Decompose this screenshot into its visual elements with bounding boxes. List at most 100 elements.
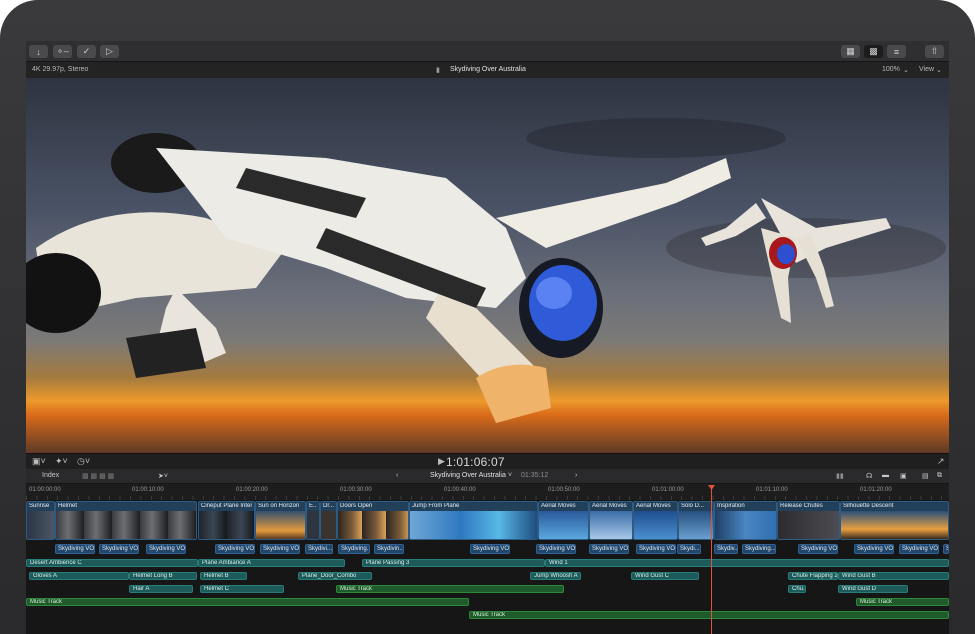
video-clip[interactable]: Solo D... [678,501,714,540]
inspector-layout-icon[interactable]: ≡ [887,45,906,58]
audio-clip[interactable]: Chute Flapping 2 [788,572,838,580]
voiceover-clip[interactable]: Skydiving VO [146,544,186,554]
voiceover-clip[interactable]: Skydiving VO [589,544,629,554]
browser-layout-icon[interactable]: ▦ [841,45,860,58]
audio-clip[interactable]: Wind Gust D [838,585,908,593]
voiceover-clip[interactable]: Skydiv... [714,544,738,554]
audio-clip[interactable]: Jump Whoosh A [530,572,581,580]
video-clip[interactable]: Helmet [55,501,197,540]
project-title[interactable]: Skydiving Over Australia [430,472,506,479]
voiceover-clip[interactable]: Skydivin... [374,544,404,554]
project-chevron-icon[interactable]: ˅ [508,472,512,479]
viewer-video-frame[interactable] [26,78,949,453]
timeline-tracks[interactable]: Sunrise Helmet Cineput Plane Interior Su… [26,500,949,634]
audio-clip[interactable]: Desert Ambience C [26,559,198,567]
video-clip[interactable]: Dr... [320,501,337,540]
check-icon[interactable]: ✓ [77,45,96,58]
voiceover-clip[interactable]: Skydiving... [742,544,776,554]
video-clip[interactable]: Aerial Moves [589,501,633,540]
audio-clip[interactable]: Plane Passing 3 [362,559,545,567]
voiceover-clip[interactable]: Skydiving VO [99,544,139,554]
clip-thumbnail [715,511,776,539]
timeline-header: Index ▩ ▩ ▩ ▩ ➤˅ ‹ Skydiving Over Austra… [26,469,949,484]
import-icon[interactable]: ↓ [29,45,48,58]
audio-clip[interactable]: Chu... [788,585,806,593]
video-clip[interactable]: Sunrise [26,501,55,540]
video-clip[interactable]: Jump From Plane [409,501,538,540]
audio-clip[interactable]: Wind Gust C [631,572,699,580]
clip-thumbnail [56,511,196,539]
music-clip[interactable]: Music Track [856,598,949,606]
video-clip[interactable]: Sun on Horizon [255,501,306,540]
ruler-tick: 01:01:00:00 [652,487,684,493]
timeline-ruler[interactable]: 01:00:00:00 01:00:10:00 01:00:20:00 01:0… [26,484,949,500]
select-tool-icon[interactable]: ➤˅ [158,472,168,480]
headphones-icon[interactable]: ☊ [866,472,872,480]
zoom-chevron-icon[interactable]: ⌄ [903,66,909,74]
fullscreen-icon[interactable]: ↗ [937,456,945,467]
audio-clip[interactable]: Gloves A [29,572,129,580]
voiceover-clip[interactable]: Skydiving VO [470,544,510,554]
audio-clip[interactable]: Plane_Door_Combo [298,572,372,580]
voiceover-clip[interactable]: Skydivi... [305,544,333,554]
clip-thumbnail [410,511,537,539]
voiceover-clip[interactable]: Skydiving... [338,544,370,554]
video-clip[interactable]: Inspiration [714,501,777,540]
timecode-display[interactable]: 1:01:06:07 [446,455,505,469]
voiceover-clip[interactable]: Skydiving VO [536,544,576,554]
voiceover-clip[interactable]: Skydi... [677,544,701,554]
voiceover-clip[interactable]: Skydiving VO [636,544,676,554]
ruler-tick: 01:00:20:00 [236,487,268,493]
video-clip[interactable]: Release Chutes [777,501,840,540]
clip-appearance-icon[interactable]: ▩ ▩ ▩ ▩ [82,472,114,480]
solo-icon[interactable]: ▬ [882,472,889,479]
audio-clip[interactable]: Wind Gust B [838,572,949,580]
music-clip[interactable]: Music Track [469,611,949,619]
video-clip[interactable]: Cineput Plane Interior [198,501,255,540]
viewer-title: Skydiving Over Australia [450,66,526,73]
zoom-menu[interactable]: 100% [882,66,900,73]
music-clip[interactable]: Music Track [26,598,469,606]
key-icon[interactable]: ⚬– [53,45,72,58]
index-button[interactable]: Index [42,472,59,479]
voiceover-clip[interactable]: Skydiving VO [260,544,300,554]
clip-thumbnail [778,511,839,539]
forward-icon[interactable]: › [575,472,577,479]
final-cut-window: ↓ ⚬– ✓ ▷ ▦ ▩ ≡ ⇧ 4K 29.97p, Stereo ▮ Sky… [26,41,949,634]
video-clip[interactable]: Aerial Moves [633,501,678,540]
zoom-timeline-icon[interactable]: ⧉ [937,472,942,480]
transform-icon[interactable]: ▣˅ [32,456,46,467]
clip-appearance-menu-icon[interactable]: ▤ [922,472,929,480]
snapping-icon[interactable]: ▣ [900,472,907,480]
tag-icon[interactable]: ▷ [100,45,119,58]
audio-clip[interactable]: Helmet B [200,572,247,580]
speed-icon[interactable]: ◷˅ [77,456,90,467]
video-clip[interactable]: Aerial Moves [538,501,589,540]
audio-clip[interactable]: Helmet Long B [129,572,197,580]
voiceover-clip[interactable]: Skydiving VO [798,544,838,554]
audio-clip[interactable]: Plane Ambiance A [198,559,345,567]
project-duration: 01:35:12 [521,472,549,479]
audio-clip[interactable]: Helmet C [200,585,284,593]
voiceover-clip[interactable]: Skydiving VO [899,544,939,554]
view-menu[interactable]: View [919,66,934,73]
ruler-tick: 01:00:10:00 [132,487,164,493]
video-clip[interactable]: E... [306,501,320,540]
video-clip[interactable]: Silhouette Descent [840,501,949,540]
share-icon[interactable]: ⇧ [925,45,944,58]
view-chevron-icon[interactable]: ⌄ [936,66,942,74]
voiceover-clip[interactable]: Skydiving VO [943,544,949,554]
playhead[interactable] [711,486,712,634]
voiceover-clip[interactable]: Skydiving VO [55,544,95,554]
back-icon[interactable]: ‹ [396,472,398,479]
audio-skimming-icon[interactable]: ▮▮ [836,472,844,480]
play-icon[interactable]: ▶ [438,456,445,467]
music-clip[interactable]: Music Track [336,585,564,593]
audio-clip[interactable]: Hair A [129,585,193,593]
viewer-layout-icon[interactable]: ▩ [864,45,883,58]
voiceover-clip[interactable]: Skydiving VO [854,544,894,554]
voiceover-clip[interactable]: Skydiving VO [215,544,255,554]
video-clip[interactable]: Doors Open [337,501,409,540]
audio-clip[interactable]: Wind 1 [545,559,949,567]
effects-icon[interactable]: ✦˅ [55,456,68,467]
